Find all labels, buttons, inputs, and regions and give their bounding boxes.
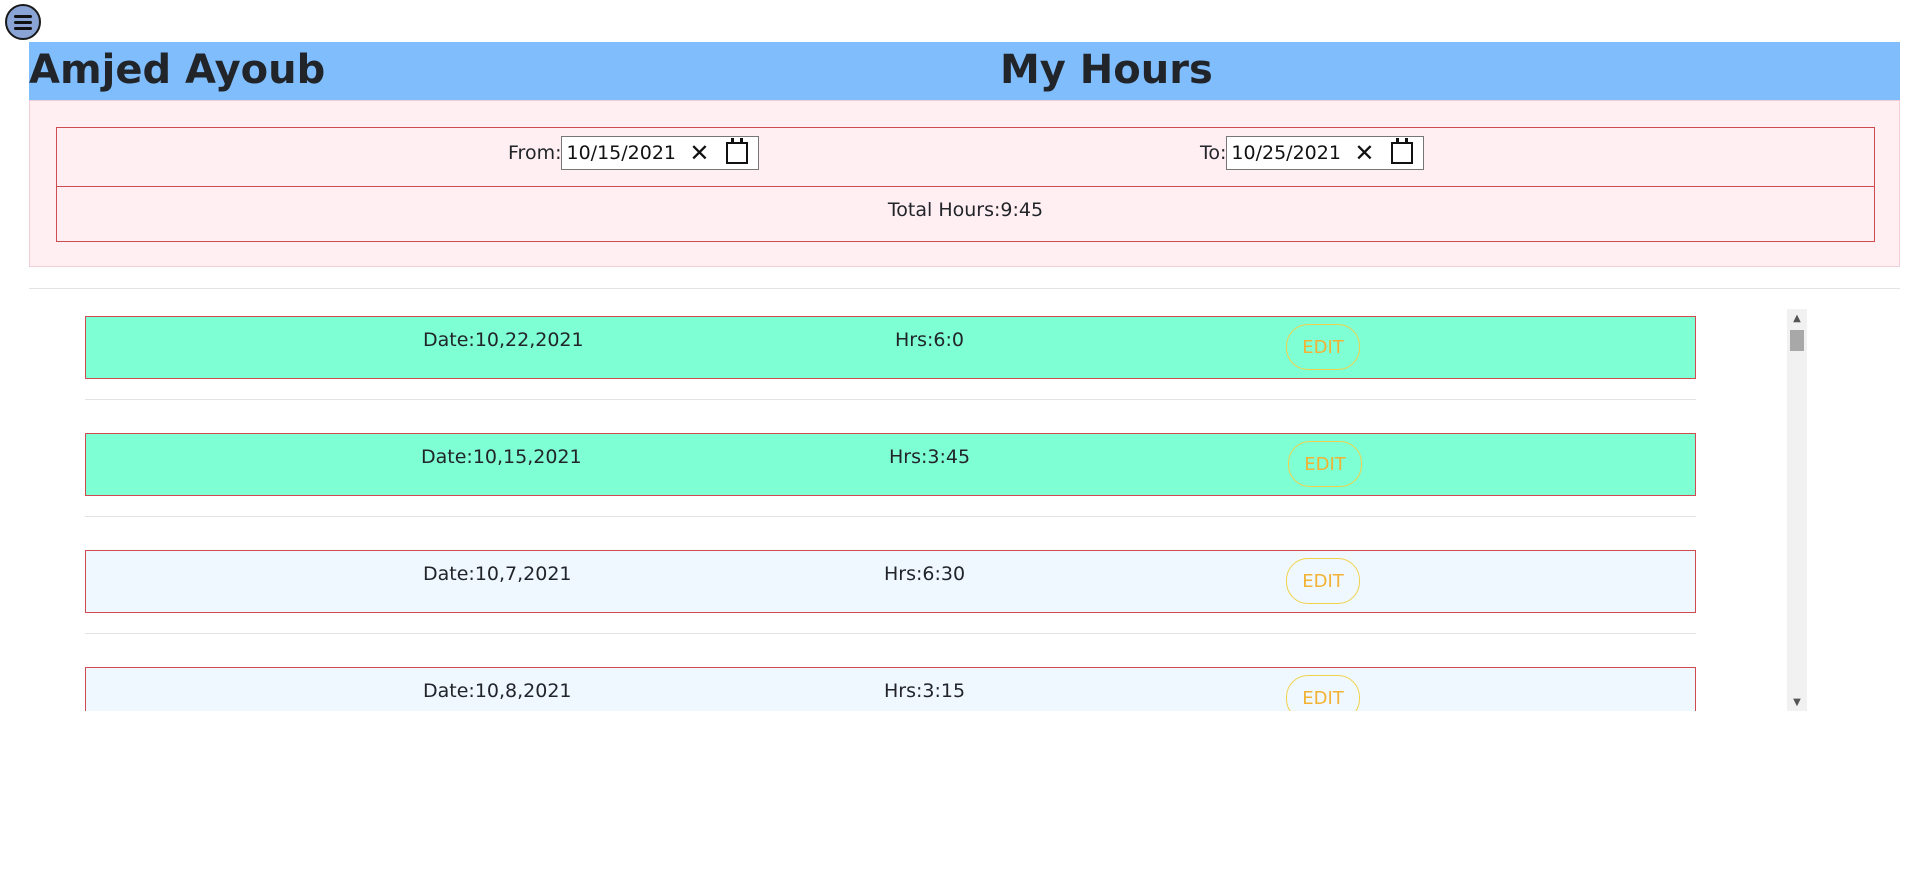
from-date-value: 10/15/2021	[566, 142, 676, 164]
hours-list[interactable]: Date:10,22,2021 Hrs:6:0 EDIT Date:10,15,…	[85, 308, 1815, 711]
hour-entry-row: Date:10,7,2021 Hrs:6:30 EDIT	[85, 550, 1696, 613]
entry-hours: Hrs:6:0	[895, 329, 964, 351]
to-date-input[interactable]: 10/25/2021 ✕	[1226, 136, 1425, 170]
hour-entry-row: Date:10,22,2021 Hrs:6:0 EDIT	[85, 316, 1696, 379]
edit-button[interactable]: EDIT	[1286, 558, 1360, 604]
edit-button[interactable]: EDIT	[1288, 441, 1362, 487]
user-name: Amjed Ayoub	[29, 47, 326, 93]
date-range-row: From: 10/15/2021 ✕ To: 10/25/2021 ✕	[57, 128, 1874, 187]
hamburger-menu-icon	[14, 14, 32, 30]
scroll-up-arrow-icon[interactable]: ▲	[1787, 309, 1807, 327]
menu-button[interactable]	[5, 4, 41, 40]
entry-date: Date:10,8,2021	[423, 680, 572, 702]
from-label: From:	[508, 142, 562, 164]
edit-button[interactable]: EDIT	[1286, 675, 1360, 711]
from-date-input[interactable]: 10/15/2021 ✕	[561, 136, 760, 170]
section-divider	[29, 288, 1900, 289]
filter-table: From: 10/15/2021 ✕ To: 10/25/2021 ✕ Tota…	[56, 127, 1875, 242]
entry-hours: Hrs:3:15	[884, 680, 966, 702]
header-bar: Amjed Ayoub My Hours	[29, 42, 1900, 100]
clear-x-icon[interactable]: ✕	[686, 139, 712, 167]
calendar-icon[interactable]	[1391, 138, 1414, 164]
hour-entry-row: Date:10,8,2021 Hrs:3:15 EDIT	[85, 667, 1696, 711]
hour-entry-row: Date:10,15,2021 Hrs:3:45 EDIT	[85, 433, 1696, 496]
total-hours-row: Total Hours:9:45	[57, 187, 1874, 241]
to-label: To:	[1200, 142, 1227, 164]
scrollbar-thumb[interactable]	[1790, 330, 1804, 351]
row-separator	[85, 633, 1696, 634]
list-scrollbar[interactable]: ▲ ▼	[1787, 309, 1807, 711]
to-date-value: 10/25/2021	[1231, 142, 1341, 164]
calendar-icon[interactable]	[726, 138, 749, 164]
row-separator	[85, 516, 1696, 517]
from-date-group: From: 10/15/2021 ✕	[508, 136, 760, 170]
page-title: My Hours	[1000, 47, 1213, 93]
entry-date: Date:10,15,2021	[421, 446, 582, 468]
clear-x-icon[interactable]: ✕	[1351, 139, 1377, 167]
to-date-group: To: 10/25/2021 ✕	[1200, 136, 1425, 170]
scroll-down-arrow-icon[interactable]: ▼	[1787, 693, 1807, 711]
entry-date: Date:10,7,2021	[423, 563, 572, 585]
entry-hours: Hrs:6:30	[884, 563, 966, 585]
total-hours: Total Hours:9:45	[887, 199, 1044, 221]
edit-button[interactable]: EDIT	[1286, 324, 1360, 370]
filter-panel: From: 10/15/2021 ✕ To: 10/25/2021 ✕ Tota…	[29, 100, 1900, 267]
entry-date: Date:10,22,2021	[423, 329, 584, 351]
entry-hours: Hrs:3:45	[889, 446, 971, 468]
row-separator	[85, 399, 1696, 400]
